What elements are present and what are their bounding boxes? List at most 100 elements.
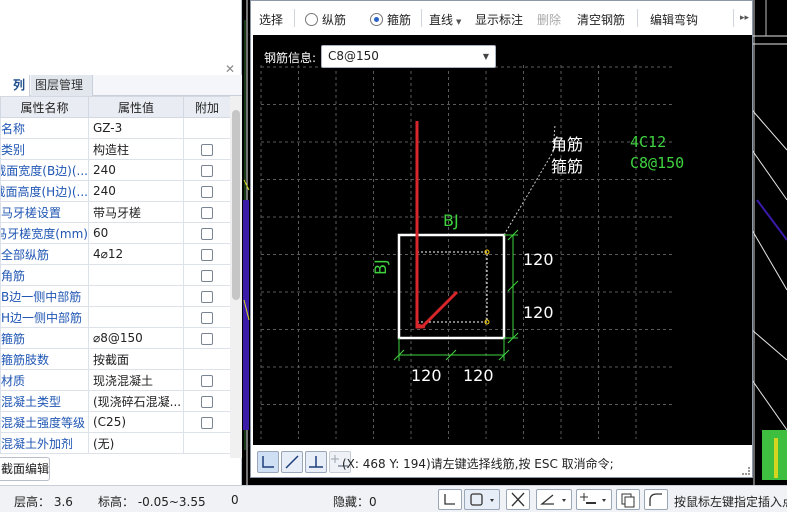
property-value[interactable]: [88, 285, 184, 307]
toolbar-divider: [733, 9, 734, 27]
table-header-row: 属性名称 属性值 附加: [0, 96, 231, 118]
oblique-mode-button[interactable]: [281, 451, 303, 473]
table-row[interactable]: 马牙槎设置 带马牙槎: [0, 201, 231, 223]
attach-checkbox[interactable]: [201, 248, 213, 261]
resize-grip-icon[interactable]: [742, 467, 750, 475]
property-name-cell: 混凝土强度等级: [0, 411, 89, 433]
property-name-cell: 截面宽度(B边)(...: [0, 159, 89, 181]
oblique-icon: [285, 455, 299, 469]
angle-icon: [540, 494, 566, 505]
scrollbar-thumb[interactable]: [232, 110, 240, 300]
property-value[interactable]: (C25): [88, 411, 184, 433]
property-value[interactable]: 构造柱: [88, 138, 184, 160]
property-value[interactable]: (无): [88, 432, 184, 454]
column-header-value: 属性值: [88, 96, 184, 118]
radio-stirrup[interactable]: 箍筋: [370, 11, 411, 28]
cad-background-left: [242, 0, 250, 485]
table-row[interactable]: 截面高度(H边)(... 240: [0, 180, 231, 202]
select-button[interactable]: 选择: [259, 11, 283, 28]
table-row[interactable]: 截面宽度(B边)(... 240: [0, 159, 231, 181]
table-row[interactable]: 马牙槎宽度(mm) 60: [0, 222, 231, 244]
property-value[interactable]: 240: [88, 159, 184, 181]
cross-snap-button[interactable]: [506, 489, 530, 510]
property-value[interactable]: 带马牙槎: [88, 201, 184, 223]
angle-snap-dropdown[interactable]: [536, 489, 572, 510]
perpendicular-icon: [309, 456, 323, 468]
attach-checkbox[interactable]: [201, 290, 213, 303]
rebar-info-select[interactable]: C8@150 ▼: [321, 45, 496, 68]
table-row[interactable]: 名称 GZ-3: [0, 117, 231, 139]
table-row[interactable]: 类别 构造柱: [0, 138, 231, 160]
close-icon[interactable]: ✕: [225, 62, 235, 76]
radio-longitudinal[interactable]: 纵筋: [305, 11, 346, 28]
property-extra-cell: [183, 285, 231, 307]
delete-button[interactable]: 删除: [537, 11, 561, 28]
table-row[interactable]: 材质 现浇混凝土: [0, 369, 231, 391]
table-row[interactable]: 角筋: [0, 264, 231, 286]
attach-checkbox[interactable]: [201, 416, 213, 429]
floor-height: 层高： 3.6: [14, 495, 73, 509]
attach-checkbox[interactable]: [201, 311, 213, 324]
property-value[interactable]: 按截面: [88, 348, 184, 370]
dim-right-top: 120: [523, 250, 554, 269]
clear-rebar-button[interactable]: 清空钢筋: [577, 11, 625, 28]
hidden-count: 隐藏：0: [333, 495, 377, 509]
arc-insert-button[interactable]: [644, 489, 668, 510]
dim-bottom-right: 120: [463, 366, 494, 385]
property-scrollbar[interactable]: [230, 96, 242, 458]
property-value[interactable]: [88, 264, 184, 286]
rebar-info-label: 钢筋信息:: [264, 51, 317, 65]
property-value[interactable]: 240: [88, 180, 184, 202]
line-mode-label: 直线: [429, 13, 454, 27]
attach-checkbox[interactable]: [201, 332, 213, 345]
table-row[interactable]: 混凝土类型 (现浇碎石混凝...: [0, 390, 231, 412]
tab-layer-management[interactable]: 图层管理: [31, 75, 93, 96]
status-bar: 层高： 3.6 标高： -0.05~3.55 0 隐藏：0 按鼠标左键指定插入点: [0, 485, 787, 512]
property-value[interactable]: 4⌀12: [88, 243, 184, 265]
tab-list[interactable]: 列表: [0, 75, 30, 112]
table-row[interactable]: B边一侧中部筋: [0, 285, 231, 307]
table-row[interactable]: 箍筋 ⌀8@150: [0, 327, 231, 349]
edit-hook-button[interactable]: 编辑弯钩: [650, 11, 698, 28]
property-name: B边一侧中部筋: [1, 289, 82, 304]
attach-checkbox[interactable]: [201, 227, 213, 240]
table-row[interactable]: 混凝土强度等级 (C25): [0, 411, 231, 433]
orthogonal-toggle-button[interactable]: [438, 489, 462, 510]
attach-checkbox[interactable]: [201, 206, 213, 219]
table-row[interactable]: 全部纵筋 4⌀12: [0, 243, 231, 265]
toolbar-overflow-icon[interactable]: ▸▸: [740, 13, 749, 23]
property-name: 马牙槎宽度(mm): [0, 226, 88, 241]
table-row[interactable]: 箍筋肢数 按截面: [0, 348, 231, 370]
status-hint: 按鼠标左键指定插入点: [674, 495, 787, 509]
show-labels-button[interactable]: 显示标注: [475, 11, 523, 28]
line-mode-dropdown[interactable]: 直线 ▼: [429, 11, 461, 28]
drawing-canvas[interactable]: 钢筋信息: C8@150 ▼ 角筋 箍筋 4C12 C8@150 BJ BJ 1…: [253, 35, 752, 445]
orthogonal-mode-button[interactable]: [257, 451, 279, 473]
property-name: 箍筋肢数: [1, 352, 50, 367]
property-value[interactable]: [88, 306, 184, 328]
attach-checkbox[interactable]: [201, 143, 213, 156]
perpendicular-mode-button[interactable]: [305, 451, 327, 473]
attach-checkbox[interactable]: [201, 269, 213, 282]
property-tabs: 列表 图层管理: [0, 75, 242, 112]
property-value[interactable]: ⌀8@150: [88, 327, 184, 349]
drawn-stirrup-hook: [416, 323, 426, 329]
table-row[interactable]: 混凝土外加剂 (无): [0, 432, 231, 454]
copy-icon: [621, 493, 635, 508]
property-value[interactable]: GZ-3: [88, 117, 184, 139]
attach-checkbox[interactable]: [201, 395, 213, 408]
property-value[interactable]: (现浇碎石混凝...: [88, 390, 184, 412]
property-extra-cell: [183, 138, 231, 160]
attach-checkbox[interactable]: [201, 374, 213, 387]
attach-checkbox[interactable]: [201, 164, 213, 177]
copy-screen-button[interactable]: [616, 489, 640, 510]
attach-checkbox[interactable]: [201, 185, 213, 198]
property-value[interactable]: 60: [88, 222, 184, 244]
property-value[interactable]: 现浇混凝土: [88, 369, 184, 391]
snap-mode-dropdown[interactable]: [464, 489, 500, 510]
property-extra-cell: [183, 222, 231, 244]
table-row[interactable]: H边一侧中部筋: [0, 306, 231, 328]
insert-point-dropdown[interactable]: [576, 489, 612, 510]
leader-line: [503, 151, 554, 236]
section-edit-button[interactable]: 截面编辑: [0, 457, 50, 481]
